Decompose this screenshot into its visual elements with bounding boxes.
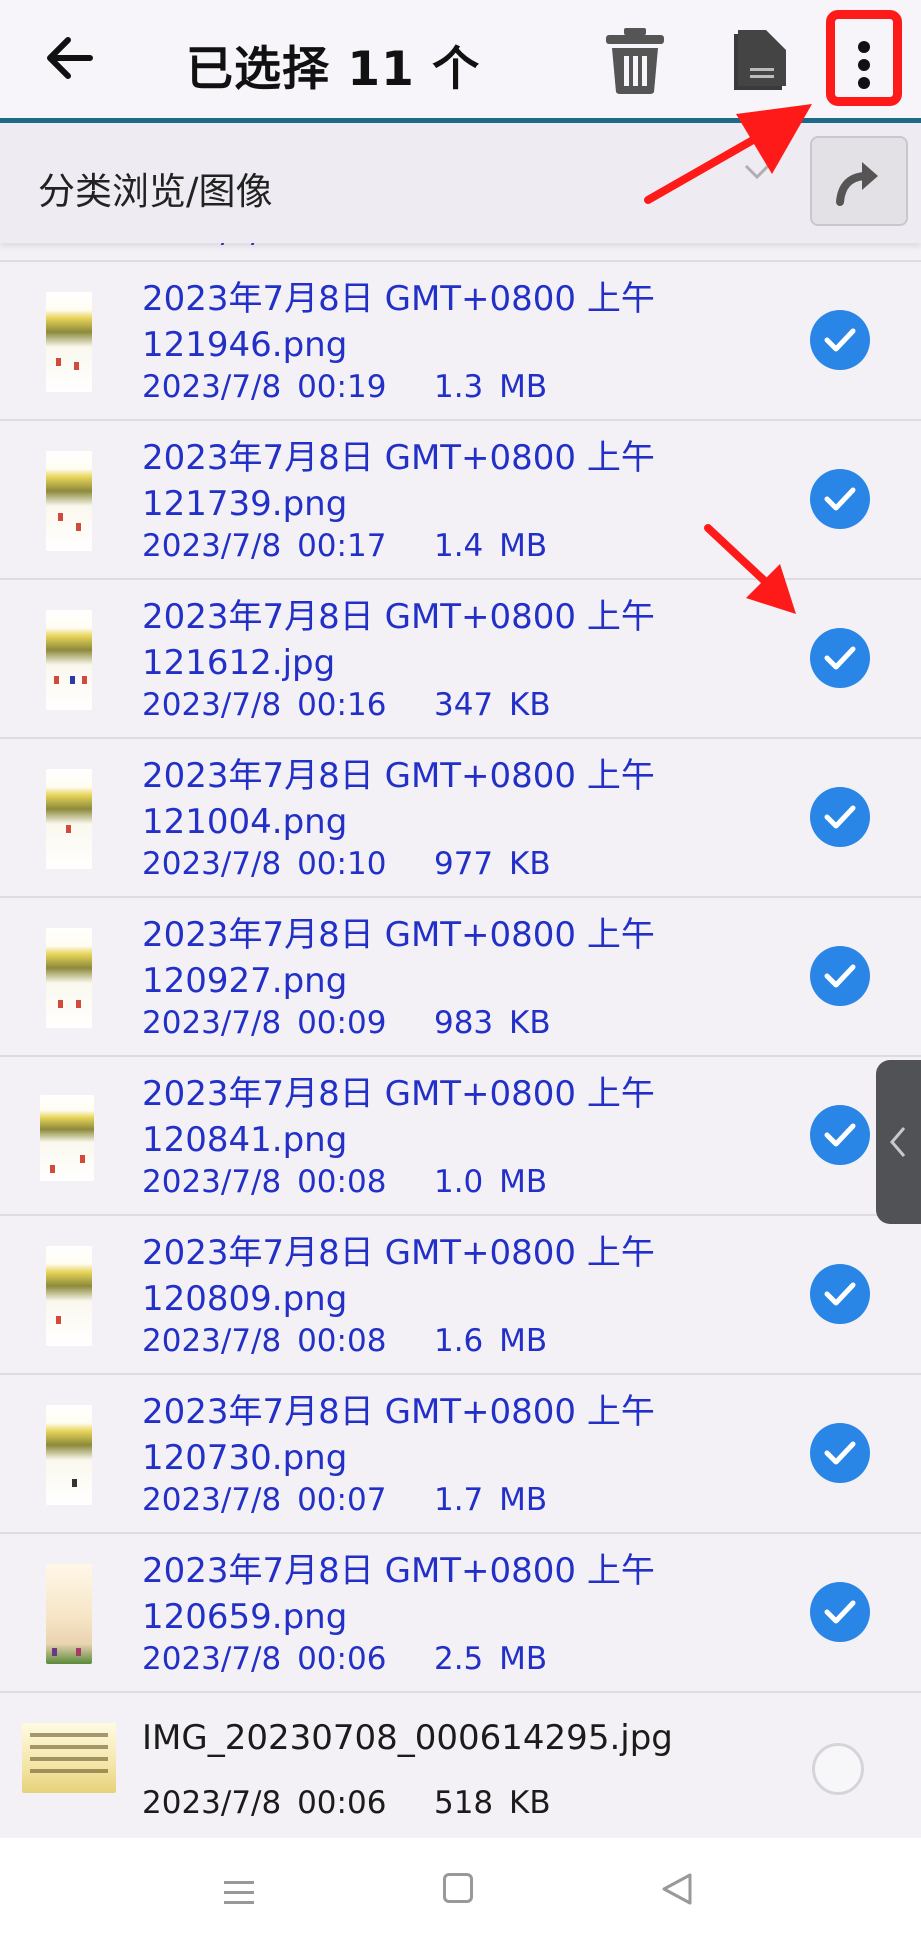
selected-check-icon[interactable] [810,628,870,688]
file-meta: 2023/7/8 00:07 1.7 MB [142,1482,548,1518]
back-arrow-icon[interactable] [40,28,100,88]
arrow-up-turn-icon [836,162,878,206]
file-name: IMG_20230708_000614295.jpg [142,1718,673,1758]
selected-check-icon[interactable] [810,1105,870,1165]
more-options-button[interactable] [826,10,902,106]
file-thumbnail [22,1723,116,1793]
list-item[interactable]: 2023年7月8日 GMT+0800 上午 121004.png 2023/7/8… [0,737,921,896]
file-thumbnail [46,1405,92,1505]
selected-check-icon[interactable] [810,787,870,847]
selected-check-icon[interactable] [810,1264,870,1324]
file-meta: 2023/7/8 00:09 983 KB [142,1005,551,1041]
unselected-radio-icon[interactable] [812,1743,864,1795]
recent-apps-icon[interactable] [222,1876,256,1910]
file-thumbnail [40,1095,94,1181]
selected-check-icon[interactable] [810,469,870,529]
list-item[interactable]: 2023年7月8日 GMT+0800 上午 120809.png 2023/7/8… [0,1214,921,1373]
breadcrumb[interactable]: 分类浏览/图像 [38,161,272,215]
selected-check-icon[interactable] [810,946,870,1006]
more-vert-icon-dot [858,77,870,89]
file-meta: 2023/7/8 00:08 1.0 MB [142,1164,548,1200]
list-item[interactable]: 2023年7月8日 GMT+0800 上午 120927.png 2023/7/8… [0,896,921,1055]
file-list[interactable]: 2023/7/8 00:22 1.4 MB 2023年7月8日 GMT+0800… [0,178,921,1838]
file-name: 2023年7月8日 GMT+0800 上午 121004.png [142,756,655,842]
file-meta: 2023/7/8 00:17 1.4 MB [142,528,548,564]
up-directory-button[interactable] [810,136,908,226]
list-item[interactable]: 2023年7月8日 GMT+0800 上午 120730.png 2023/7/8… [0,1373,921,1532]
file-thumbnail [46,928,92,1028]
list-item[interactable]: IMG_20230708_000614295.jpg 2023/7/8 00:0… [0,1691,921,1833]
file-meta: 2023/7/8 00:16 347 KB [142,687,551,723]
selection-count-title: 已选择 11 个 [186,42,481,97]
file-name: 2023年7月8日 GMT+0800 上午 121739.png [142,438,655,524]
list-item[interactable]: 2023年7月8日 GMT+0800 上午 121946.png 2023/7/8… [0,260,921,419]
list-item[interactable]: 2023年7月8日 GMT+0800 上午 120659.png 2023/7/8… [0,1532,921,1691]
file-thumbnail [46,1246,92,1346]
file-meta: 2023/7/8 00:08 1.6 MB [142,1323,548,1359]
file-name: 2023年7月8日 GMT+0800 上午 120809.png [142,1233,655,1319]
selected-check-icon[interactable] [810,1582,870,1642]
more-vert-icon [858,41,870,53]
file-meta: 2023/7/8 00:06 518 KB [142,1785,551,1821]
file-meta: 2023/7/8 00:19 1.3 MB [142,369,548,405]
side-panel-handle[interactable] [876,1060,921,1224]
file-meta: 2023/7/8 00:06 2.5 MB [142,1641,548,1677]
more-vert-icon-dot [858,59,870,71]
list-item[interactable]: 2023年7月8日 GMT+0800 上午 120841.png 2023/7/8… [0,1055,921,1214]
file-name: 2023年7月8日 GMT+0800 上午 120659.png [142,1551,655,1637]
system-nav-bar [0,1838,921,1953]
file-thumbnail [46,1564,92,1664]
file-name: 2023年7月8日 GMT+0800 上午 120927.png [142,915,655,1001]
selected-check-icon[interactable] [810,310,870,370]
home-icon[interactable] [443,1873,473,1903]
file-name: 2023年7月8日 GMT+0800 上午 120841.png [142,1074,655,1160]
trash-icon[interactable] [600,24,670,96]
back-triangle-icon[interactable] [660,1872,694,1906]
file-thumbnail [46,451,92,551]
annotation-arrow-icon [644,104,812,204]
file-name: 2023年7月8日 GMT+0800 上午 120730.png [142,1392,655,1478]
file-thumbnail [46,610,92,710]
document-icon[interactable] [724,26,794,96]
file-meta: 2023/7/8 00:10 977 KB [142,846,551,882]
selected-check-icon[interactable] [810,1423,870,1483]
chevron-left-icon [890,1127,906,1157]
file-thumbnail [46,769,92,869]
annotation-arrow-icon [704,524,796,614]
file-thumbnail [46,292,92,392]
file-name: 2023年7月8日 GMT+0800 上午 121946.png [142,279,655,365]
file-name: 2023年7月8日 GMT+0800 上午 121612.jpg [142,597,655,683]
